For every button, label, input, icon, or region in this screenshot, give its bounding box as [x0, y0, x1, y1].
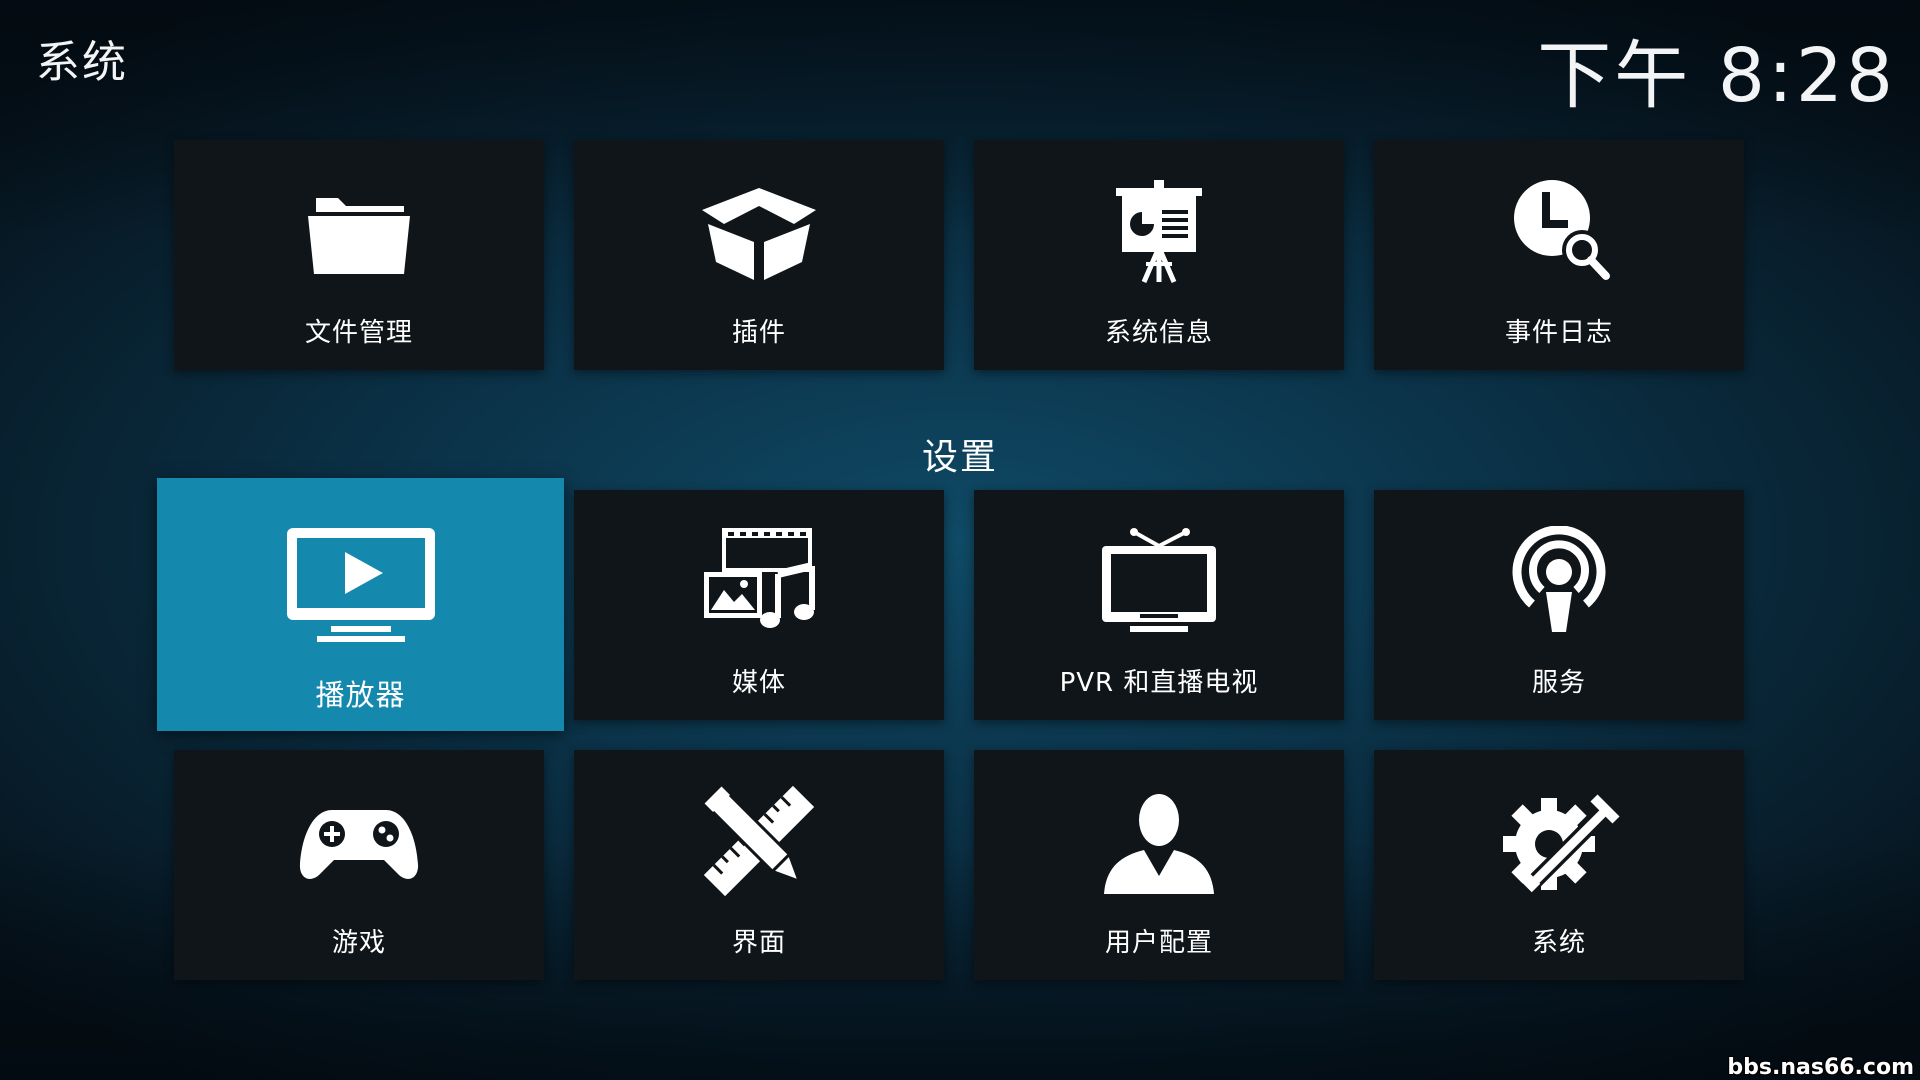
- clock-search-icon: [1494, 176, 1624, 286]
- tile-addons[interactable]: 插件: [574, 140, 944, 370]
- tile-label: 系统信息: [1104, 318, 1213, 348]
- watermark: bbs.nas66.com: [1727, 1055, 1914, 1080]
- tile-label: 事件日志: [1504, 318, 1613, 348]
- tile-label: 服务: [1531, 668, 1586, 698]
- folder-icon: [294, 176, 424, 286]
- tile-label: 媒体: [731, 668, 786, 698]
- tile-label: 播放器: [315, 678, 406, 712]
- tile-label: 界面: [731, 928, 786, 958]
- clock: 下午 8:28: [1537, 33, 1896, 119]
- tile-label: 用户配置: [1104, 928, 1213, 958]
- tile-profiles[interactable]: 用户配置: [974, 750, 1344, 980]
- presentation-icon: [1094, 176, 1224, 286]
- tile-interface[interactable]: 界面: [574, 750, 944, 980]
- tile-label: 系统: [1531, 928, 1586, 958]
- window-title: 系统: [36, 37, 128, 88]
- gear-tools-icon: [1494, 786, 1624, 896]
- tile-pvr-live-tv[interactable]: PVR 和直播电视: [974, 490, 1344, 720]
- tile-services[interactable]: 服务: [1374, 490, 1744, 720]
- tile-system[interactable]: 系统: [1374, 750, 1744, 980]
- tile-label: 文件管理: [304, 318, 413, 348]
- tile-file-manager[interactable]: 文件管理: [174, 140, 544, 370]
- tile-label: PVR 和直播电视: [1059, 668, 1259, 698]
- tile-player[interactable]: 播放器: [157, 478, 564, 731]
- tile-event-log[interactable]: 事件日志: [1374, 140, 1744, 370]
- tile-games[interactable]: 游戏: [174, 750, 544, 980]
- section-title-settings: 设置: [921, 437, 998, 478]
- user-icon: [1094, 786, 1224, 896]
- tile-label: 插件: [731, 318, 786, 348]
- tv-play-icon: [281, 522, 441, 652]
- pencil-ruler-icon: [694, 786, 824, 896]
- podcast-icon: [1494, 526, 1624, 636]
- box-icon: [694, 176, 824, 286]
- tile-system-info[interactable]: 系统信息: [974, 140, 1344, 370]
- tile-label: 游戏: [331, 928, 386, 958]
- tile-media[interactable]: 媒体: [574, 490, 944, 720]
- gamepad-icon: [294, 786, 424, 896]
- media-icon: [694, 526, 824, 636]
- tv-antenna-icon: [1094, 526, 1224, 636]
